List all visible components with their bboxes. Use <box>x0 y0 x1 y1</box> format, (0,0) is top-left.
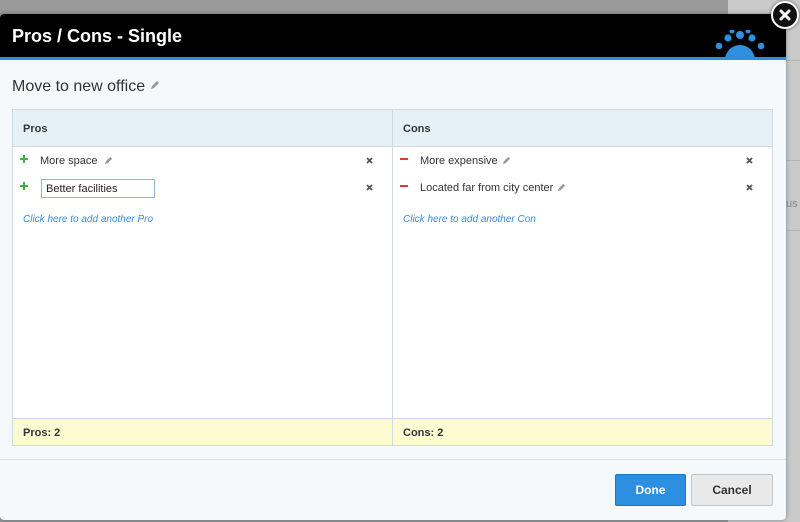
cancel-button[interactable]: Cancel <box>691 474 773 506</box>
pro-item <box>13 179 392 199</box>
con-item-text[interactable]: Located far from city center <box>420 182 553 194</box>
minus-icon <box>400 158 408 160</box>
decision-title[interactable]: Move to new office <box>12 78 145 96</box>
footer-divider <box>0 459 786 460</box>
pro-item-text[interactable]: More space <box>40 155 97 167</box>
con-item: Located far from city center <box>393 179 772 199</box>
close-icon <box>779 9 791 21</box>
pros-cons-dialog: Pros / Cons - Single Move to new office … <box>0 14 786 520</box>
pro-item: More space <box>13 152 392 172</box>
pros-cons-board: Pros More space Better facilities Click … <box>12 109 773 446</box>
pro-item-edit-input[interactable] <box>41 179 155 198</box>
delete-icon[interactable] <box>366 157 373 164</box>
dialog-title-bar: Pros / Cons - Single <box>0 14 786 60</box>
edit-pencil-icon[interactable] <box>104 156 113 165</box>
minus-icon <box>400 185 408 187</box>
dialog-title: Pros / Cons - Single <box>12 26 183 46</box>
cons-count: Cons: 2 <box>393 418 772 445</box>
plus-icon <box>20 155 28 163</box>
plus-icon <box>20 182 28 190</box>
close-dialog-button[interactable] <box>771 1 799 29</box>
edit-pencil-icon[interactable] <box>502 156 511 165</box>
con-item: More expensive <box>393 152 772 172</box>
background-text: us <box>786 198 798 210</box>
edit-pencil-icon[interactable] <box>150 80 160 90</box>
pros-column: Pros More space Better facilities Click … <box>13 110 393 445</box>
done-button[interactable]: Done <box>615 474 686 506</box>
delete-icon[interactable] <box>746 157 753 164</box>
add-pro-link[interactable]: Click here to add another Pro <box>23 214 153 225</box>
delete-icon[interactable] <box>366 184 373 191</box>
edit-pencil-icon[interactable] <box>557 183 566 192</box>
cons-header: Cons <box>393 110 772 147</box>
delete-icon[interactable] <box>746 184 753 191</box>
add-con-link[interactable]: Click here to add another Con <box>403 214 536 225</box>
brand-logo-icon <box>715 30 765 60</box>
pros-count: Pros: 2 <box>13 418 392 445</box>
pros-header: Pros <box>13 110 392 147</box>
cons-column: Cons More expensive Located far from cit… <box>393 110 772 445</box>
con-item-text[interactable]: More expensive <box>420 155 498 167</box>
